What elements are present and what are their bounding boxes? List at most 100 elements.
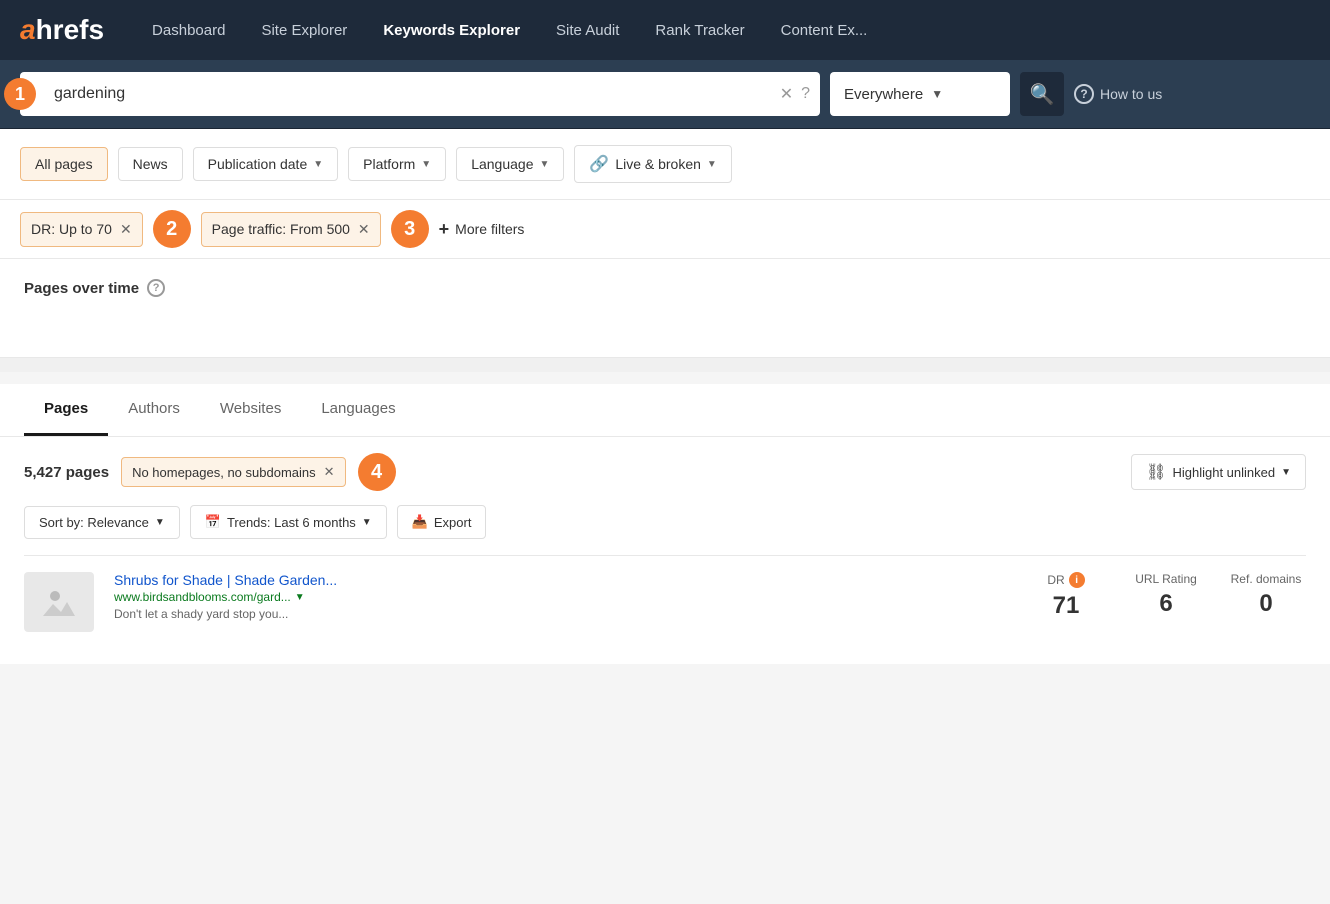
remove-traffic-filter-icon[interactable]: ✕ [358,221,370,238]
pages-over-time-section: Pages over time ? [0,259,1330,358]
result-info: Shrubs for Shade | Shade Garden... www.b… [114,572,1006,621]
pages-over-time-label: Pages over time [24,280,139,297]
dr-filter-tag[interactable]: DR: Up to 70 ✕ [20,212,143,247]
platform-label: Platform [363,156,415,172]
pages-over-time-help-icon[interactable]: ? [147,279,165,297]
more-filters-label: More filters [455,221,524,237]
remove-dr-filter-icon[interactable]: ✕ [120,221,132,238]
tabs-list: Pages Authors Websites Languages [24,384,1306,436]
tab-pages[interactable]: Pages [24,384,108,436]
sort-by-btn[interactable]: Sort by: Relevance ▼ [24,506,180,539]
table-row: Shrubs for Shade | Shade Garden... www.b… [24,556,1306,648]
chevron-down-icon: ▼ [931,87,943,101]
chevron-down-icon: ▼ [1281,467,1291,478]
export-icon: 📥 [412,514,428,530]
how-to-label: How to us [1100,86,1162,102]
result-desc: Don't let a shady yard stop you... [114,607,1006,621]
export-btn[interactable]: 📥 Export [397,505,487,539]
nav-links: Dashboard Site Explorer Keywords Explore… [134,0,1310,60]
language-filter[interactable]: Language ▼ [456,147,564,181]
logo-hrefs: hrefs [36,14,104,46]
external-link-icon: ▼ [295,592,305,603]
tab-authors[interactable]: Authors [108,384,200,436]
tab-websites[interactable]: Websites [200,384,301,436]
pages-over-time-title: Pages over time ? [24,279,1306,297]
nav-keywords-explorer[interactable]: Keywords Explorer [365,0,538,60]
chart-area [24,297,1306,337]
controls-row: Sort by: Relevance ▼ 📅 Trends: Last 6 mo… [24,505,1306,539]
sort-label: Sort by: Relevance [39,515,149,530]
news-filter[interactable]: News [118,147,183,181]
logo-a: a [20,14,36,46]
export-label: Export [434,515,472,530]
nav-rank-tracker[interactable]: Rank Tracker [637,0,762,60]
search-help-icon[interactable]: ? [801,85,810,103]
live-broken-filter[interactable]: 🔗 Live & broken ▼ [574,145,731,183]
trends-label: Trends: Last 6 months [227,515,356,530]
language-label: Language [471,156,533,172]
navbar: ahrefs Dashboard Site Explorer Keywords … [0,0,1330,60]
publication-date-filter[interactable]: Publication date ▼ [193,147,339,181]
result-title[interactable]: Shrubs for Shade | Shade Garden... [114,572,1006,588]
page-traffic-filter-tag[interactable]: Page traffic: From 500 ✕ [201,212,381,247]
clear-search-icon[interactable]: ✕ [780,84,793,104]
help-circle-icon: ? [1074,84,1094,104]
filter-bar: All pages News Publication date ▼ Platfo… [0,129,1330,200]
step-badge-3: 3 [391,210,429,248]
search-icon: 🔍 [1030,82,1055,107]
nav-site-audit[interactable]: Site Audit [538,0,637,60]
search-button[interactable]: 🔍 [1020,72,1064,116]
page-traffic-filter-label: Page traffic: From 500 [212,221,350,237]
results-section: 5,427 pages No homepages, no subdomains … [0,437,1330,664]
result-thumbnail [24,572,94,632]
chain-icon: ⛓ [1146,462,1166,482]
highlight-unlinked-btn[interactable]: ⛓ Highlight unlinked ▼ [1131,454,1306,490]
platform-filter[interactable]: Platform ▼ [348,147,446,181]
search-input-wrapper: 1 ✕ ? [20,72,820,116]
ref-domains-metric: Ref. domains 0 [1226,572,1306,618]
chevron-down-icon: ▼ [313,159,323,170]
step-badge-2: 2 [153,210,191,248]
highlight-unlinked-label: Highlight unlinked [1172,465,1275,480]
dr-filter-label: DR: Up to 70 [31,221,112,237]
tab-languages[interactable]: Languages [301,384,415,436]
link-icon: 🔗 [589,154,609,174]
chevron-down-icon: ▼ [155,517,165,528]
url-rating-value: 6 [1126,590,1206,618]
nav-site-explorer[interactable]: Site Explorer [243,0,365,60]
tabs-section: Pages Authors Websites Languages [0,384,1330,437]
section-gap-1 [0,358,1330,372]
results-header: 5,427 pages No homepages, no subdomains … [24,453,1306,491]
logo[interactable]: ahrefs [20,14,104,46]
remove-homepages-filter-icon[interactable]: ✕ [324,464,335,480]
chevron-down-icon: ▼ [707,159,717,170]
ref-domains-value: 0 [1226,590,1306,618]
dr-info-icon[interactable]: i [1069,572,1085,588]
more-filters-btn[interactable]: + More filters [439,219,525,240]
plus-icon: + [439,219,450,240]
result-url[interactable]: www.birdsandblooms.com/gard... ▼ [114,590,1006,604]
live-broken-label: Live & broken [615,156,701,172]
nav-dashboard[interactable]: Dashboard [134,0,243,60]
how-to-link[interactable]: ? How to us [1074,84,1162,104]
nav-content-explorer[interactable]: Content Ex... [763,0,886,60]
search-bar: 1 ✕ ? Everywhere ▼ 🔍 ? How to us [0,60,1330,129]
chevron-down-icon: ▼ [421,159,431,170]
dropdown-label: Everywhere [844,86,923,103]
no-homepages-filter-tag[interactable]: No homepages, no subdomains ✕ [121,457,345,487]
dr-label: DR i [1026,572,1106,588]
search-input[interactable] [54,85,780,103]
dr-value: 71 [1026,592,1106,620]
all-pages-filter[interactable]: All pages [20,147,108,181]
results-count: 5,427 pages [24,464,109,481]
url-rating-metric: URL Rating 6 [1126,572,1206,618]
step-badge-1: 1 [4,78,36,110]
trends-btn[interactable]: 📅 Trends: Last 6 months ▼ [190,505,387,539]
dr-metric: DR i 71 [1026,572,1106,620]
no-homepages-label: No homepages, no subdomains [132,465,316,480]
active-filters-bar: DR: Up to 70 ✕ 2 Page traffic: From 500 … [0,200,1330,259]
step-badge-4: 4 [358,453,396,491]
all-pages-label: All pages [35,156,93,172]
search-engine-dropdown[interactable]: Everywhere ▼ [830,72,1010,116]
ref-domains-label: Ref. domains [1226,572,1306,586]
